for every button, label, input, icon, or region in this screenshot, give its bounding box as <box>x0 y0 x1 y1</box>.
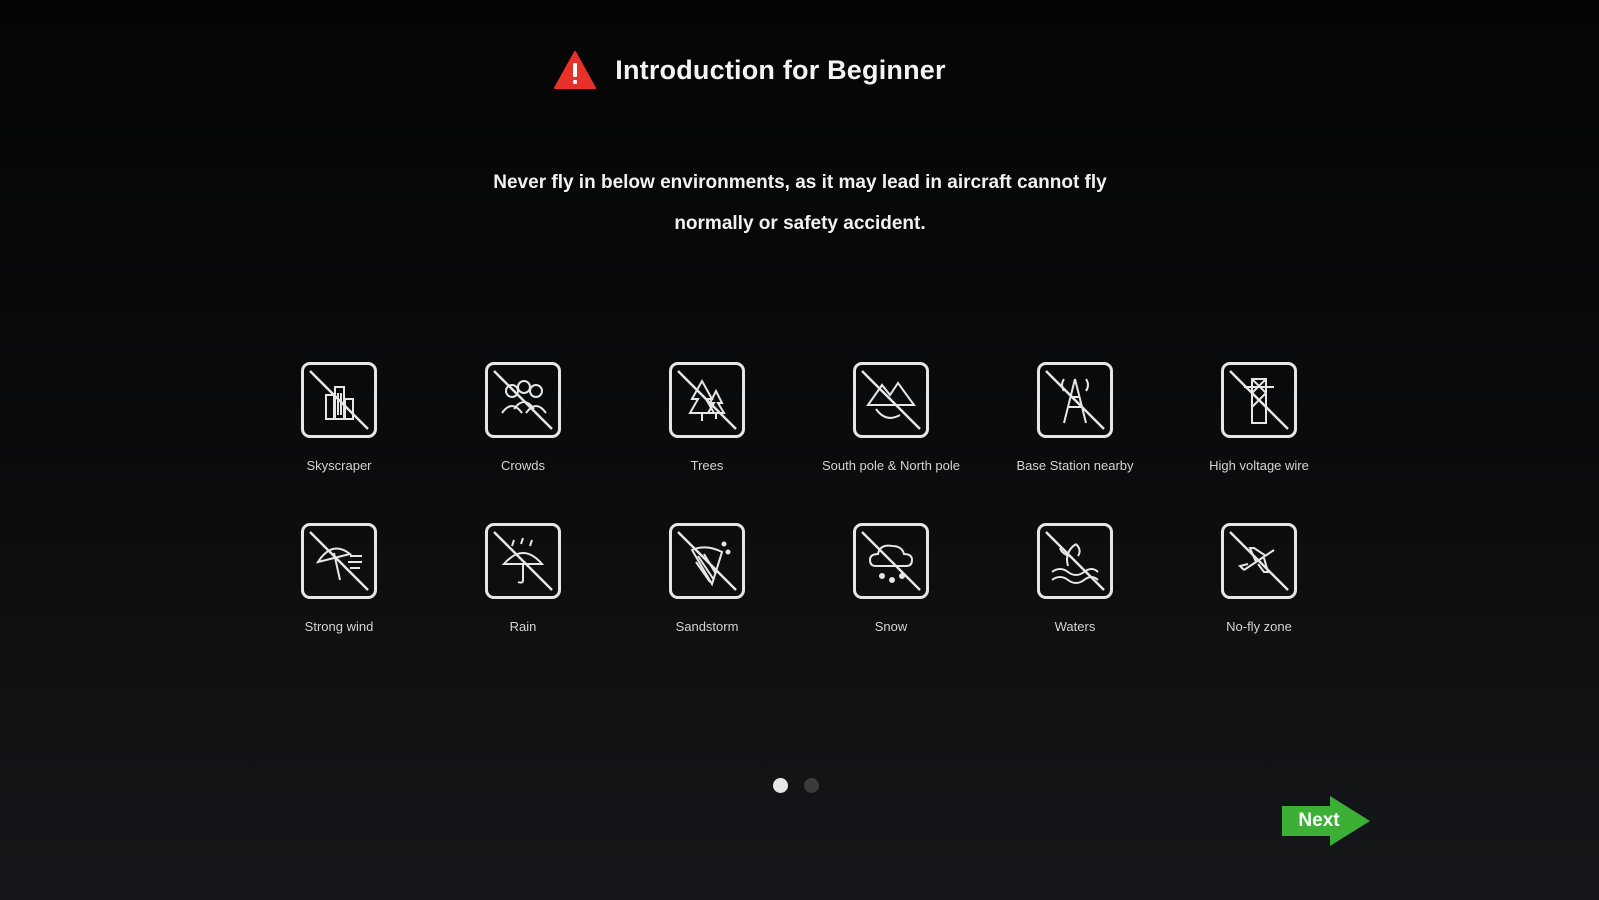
hazard-item-trees: Trees <box>615 362 799 473</box>
hazard-label: Base Station nearby <box>1016 458 1134 473</box>
safety-message-line-1: Never fly in below environments, as it m… <box>493 172 1107 193</box>
hazard-label: Skyscraper <box>306 458 372 473</box>
next-button[interactable]: Next <box>1282 796 1372 846</box>
hazard-label: Strong wind <box>304 619 374 634</box>
hazard-label: South pole & North pole <box>821 458 961 473</box>
hazard-item-base-station: Base Station nearby <box>983 362 1167 473</box>
sandstorm-icon <box>669 523 745 599</box>
rain-icon <box>485 523 561 599</box>
trees-icon <box>669 362 745 438</box>
mountain-pole-icon <box>853 362 929 438</box>
hazard-item-sandstorm: Sandstorm <box>615 523 799 634</box>
safety-message-line-2: normally or safety accident. <box>674 213 926 234</box>
skyscraper-icon <box>301 362 377 438</box>
hazard-item-crowds: Crowds <box>431 362 615 473</box>
hazard-item-high-voltage: High voltage wire <box>1167 362 1351 473</box>
page-dot-2[interactable] <box>804 778 819 793</box>
strong-wind-icon <box>301 523 377 599</box>
page-indicator <box>773 778 819 793</box>
hazard-item-poles: South pole & North pole <box>799 362 983 473</box>
crowds-icon <box>485 362 561 438</box>
hazard-item-no-fly-zone: No-fly zone <box>1167 523 1351 634</box>
page-title: Introduction for Beginner <box>615 54 946 85</box>
no-fly-zone-icon <box>1221 523 1297 599</box>
hazard-label: High voltage wire <box>1209 458 1309 473</box>
hazard-item-skyscraper: Skyscraper <box>247 362 431 473</box>
waters-icon <box>1037 523 1113 599</box>
hazard-item-waters: Waters <box>983 523 1167 634</box>
hazard-grid: Skyscraper Crowds Trees South pole & Nor… <box>247 362 1351 634</box>
hazard-item-strong-wind: Strong wind <box>247 523 431 634</box>
hazard-label: Waters <box>1054 619 1096 634</box>
high-voltage-tower-icon <box>1221 362 1297 438</box>
warning-triangle-icon <box>554 51 597 89</box>
hazard-label: Crowds <box>500 458 546 473</box>
title-row: Introduction for Beginner <box>0 50 1549 90</box>
base-station-icon <box>1037 362 1113 438</box>
hazard-item-rain: Rain <box>431 523 615 634</box>
hazard-label: No-fly zone <box>1226 619 1292 634</box>
hazard-label: Snow <box>874 619 908 634</box>
hazard-label: Trees <box>690 458 724 473</box>
page-dot-1[interactable] <box>773 778 788 793</box>
next-button-label: Next <box>1298 810 1340 831</box>
hazard-item-snow: Snow <box>799 523 983 634</box>
hazard-label: Sandstorm <box>675 619 739 634</box>
beginner-intro-screen: { "header": { "title": "Introduction for… <box>0 0 1599 900</box>
snow-icon <box>853 523 929 599</box>
safety-message: Never fly in below environments, as it m… <box>400 162 1200 244</box>
hazard-label: Rain <box>509 619 537 634</box>
